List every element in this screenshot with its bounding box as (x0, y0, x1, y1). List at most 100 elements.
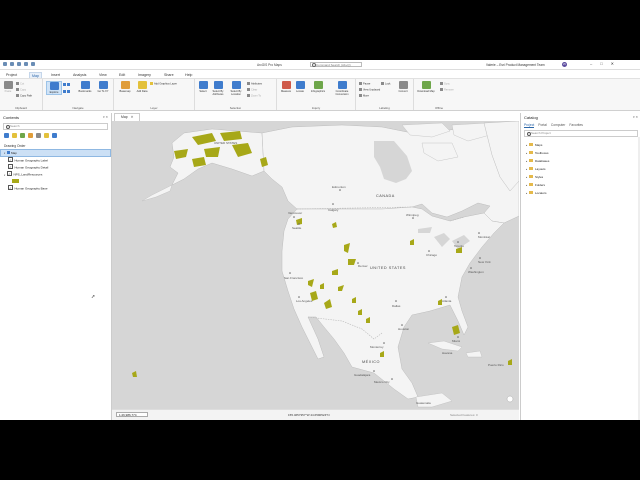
catalog-item-locators[interactable]: ▸ Locators (521, 189, 640, 197)
open-project-icon[interactable] (10, 62, 14, 66)
clipboard-group: Paste Cut Copy Copy Path Clipboard (0, 79, 43, 110)
pane-options-icon[interactable]: ▾ ✕ (633, 115, 638, 119)
remove-offline-button[interactable]: Remove (440, 88, 454, 92)
catalog-item-maps[interactable]: ▸ Maps (521, 141, 640, 149)
layer-visibility-checkbox[interactable] (8, 164, 13, 169)
pane-options-icon[interactable]: ▾ ✕ (103, 115, 108, 119)
city-dot (445, 296, 447, 298)
map-canvas[interactable]: UNITED STATES CANADA UNITED STATES MÉXIC… (112, 121, 519, 410)
zoom-tools[interactable] (63, 83, 71, 87)
mouse-cursor-icon: ➚ (91, 294, 96, 300)
explore-icon (49, 82, 59, 90)
add-data-button[interactable]: Add Data (135, 81, 149, 93)
catalog-item-toolboxes[interactable]: ▸ Toolboxes (521, 149, 640, 157)
pause-labels-button[interactable]: Pause (359, 82, 370, 86)
signed-in-user[interactable]: Valerie – Esri Product Management Team (486, 63, 545, 67)
sync-button[interactable]: Sync (440, 82, 450, 86)
inquiry-group: Measure Locate Infographics Coordinate C… (277, 79, 356, 110)
list-by-selection-icon[interactable] (20, 133, 25, 138)
layer-item[interactable]: Human Geography Label (0, 157, 111, 164)
zoom-to-selection-button[interactable]: Zoom To (247, 94, 261, 98)
previous-extent-tools[interactable] (63, 90, 71, 94)
new-project-icon[interactable] (3, 62, 7, 66)
more-labeling-button[interactable]: More (359, 94, 369, 98)
clear-selection-button[interactable]: Clear (247, 88, 257, 92)
download-map-button[interactable]: Download Map (417, 81, 435, 93)
add-data-label: Add Data (136, 90, 148, 93)
download-map-label: Download Map (417, 90, 435, 93)
catalog-item-databases[interactable]: ▸ Databases (521, 157, 640, 165)
undo-icon[interactable] (24, 62, 28, 66)
contents-pane: Contents ▾ ✕ Search Drawing Order ▾Map H… (0, 113, 112, 420)
maximize-button[interactable]: □ (600, 61, 602, 66)
list-by-drawing-order-icon[interactable] (4, 133, 9, 138)
map-view[interactable]: Map ✕ UNITED STATES CANADA UNITED STATES… (112, 113, 519, 420)
selected-features-count[interactable]: Selected Features: 0 (450, 413, 478, 417)
catalog-item-folders[interactable]: ▸ Folders (521, 181, 640, 189)
contents-search-input[interactable]: Search (3, 123, 108, 130)
list-by-snapping-icon[interactable] (36, 133, 41, 138)
copy-path-button[interactable]: Copy Path (16, 94, 32, 98)
catalog-tab-portal[interactable]: Portal (538, 123, 547, 128)
layer-item[interactable]: Human Geography Detail (0, 164, 111, 171)
avatar[interactable]: VC (562, 61, 567, 67)
locate-button[interactable]: Locate (294, 81, 306, 93)
map-node[interactable]: ▾ Map (0, 149, 111, 157)
layer-visibility-checkbox[interactable] (7, 171, 12, 176)
layer-visibility-checkbox[interactable] (8, 185, 13, 190)
save-icon[interactable] (17, 62, 21, 66)
list-by-source-icon[interactable] (12, 133, 17, 138)
attributes-button[interactable]: Attributes (247, 82, 262, 86)
layer-visibility-checkbox[interactable] (8, 157, 13, 162)
coordinate-conversion-button[interactable]: Coordinate Conversion (331, 81, 353, 96)
basemap-button[interactable]: Basemap (117, 81, 133, 93)
goto-xy-button[interactable]: Go To XY (96, 81, 110, 93)
paste-button[interactable]: Paste (2, 81, 14, 93)
list-by-editing-icon[interactable] (28, 133, 33, 138)
compass-icon[interactable] (506, 395, 514, 403)
lock-labels-button[interactable]: Lock (381, 82, 390, 86)
bookmarks-button[interactable]: Bookmarks (77, 81, 93, 93)
catalog-tab-favorites[interactable]: Favorites (569, 123, 583, 128)
label-denver: Denver (358, 264, 368, 268)
measure-button[interactable]: Measure (279, 81, 293, 93)
city-dot (383, 342, 385, 344)
map-navigator-widget[interactable] (506, 395, 514, 403)
close-tab-icon[interactable]: ✕ (131, 115, 134, 119)
catalog-item-layouts[interactable]: ▸ Layouts (521, 165, 640, 173)
download-icon (421, 81, 431, 89)
map-view-tab[interactable]: Map ✕ (114, 113, 141, 121)
command-search-input[interactable]: Command Search (Alt+Q) (310, 61, 362, 68)
infographics-button[interactable]: Infographics (307, 81, 329, 93)
list-by-labeling-icon[interactable] (44, 133, 49, 138)
land-resources-symbol[interactable] (12, 179, 19, 183)
list-by-perspective-icon[interactable] (52, 133, 57, 138)
add-graphics-layer-button[interactable]: Add Graphics Layer (150, 82, 177, 86)
scale-selector[interactable]: 1:26,986,774 (116, 412, 148, 417)
select-by-attributes-button[interactable]: Select By Attributes (210, 81, 226, 96)
layer-item[interactable]: ▾NPS_LandResources (0, 171, 111, 178)
city-dot (428, 250, 430, 252)
explore-button[interactable]: Explore (46, 81, 62, 95)
contents-search-placeholder: Search (10, 124, 20, 128)
select-button[interactable]: Select (197, 81, 209, 93)
copy-button[interactable]: Copy (16, 88, 26, 92)
select-by-location-button[interactable]: Select By Location (228, 81, 244, 96)
label-atlanta: Atlanta (442, 299, 452, 303)
layer-item[interactable]: Human Geography Base (0, 185, 111, 192)
locate-label: Locate (296, 90, 304, 93)
minimize-button[interactable]: – (590, 61, 592, 66)
convert-labels-button[interactable]: Convert (396, 81, 410, 93)
catalog-item-label: Folders (535, 183, 546, 187)
redo-icon[interactable] (31, 62, 35, 66)
graphics-layer-icon (150, 82, 153, 85)
catalog-tab-computer[interactable]: Computer (551, 123, 565, 128)
view-unplaced-button[interactable]: View Unplaced (359, 88, 380, 92)
catalog-search-input[interactable]: Search Project (524, 130, 638, 137)
cut-button[interactable]: Cut (16, 82, 24, 86)
command-search-placeholder: Command Search (Alt+Q) (316, 62, 351, 67)
close-button[interactable]: ✕ (611, 61, 614, 66)
catalog-tab-project[interactable]: Project (524, 123, 535, 128)
catalog-item-styles[interactable]: ▸ Styles (521, 173, 640, 181)
folder-icon (529, 167, 533, 171)
